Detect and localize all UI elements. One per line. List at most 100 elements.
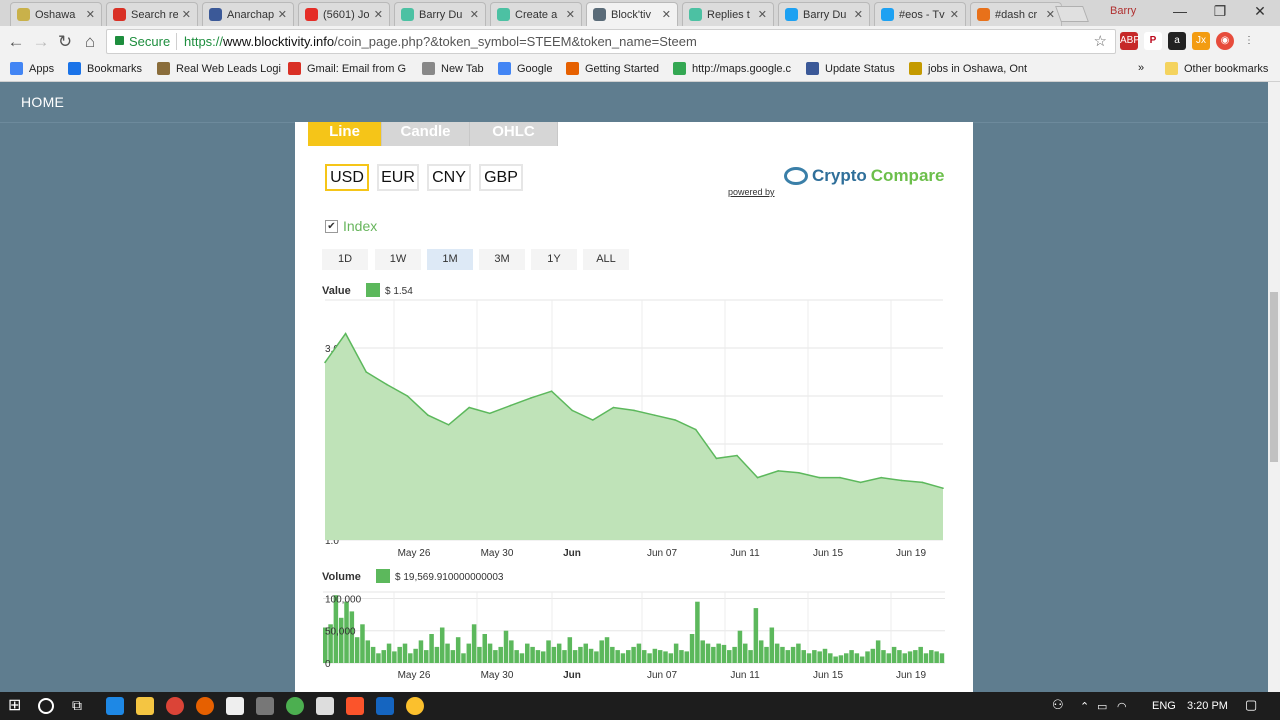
bookmark-item[interactable]: New Tab (422, 62, 484, 75)
tab-close-icon[interactable]: ✕ (278, 8, 287, 21)
firefox-icon[interactable] (196, 697, 214, 715)
tab-close-icon[interactable]: ✕ (374, 8, 383, 21)
bookmark-star-icon[interactable]: ☆ (1094, 30, 1107, 53)
value-point (324, 361, 326, 364)
home-icon[interactable]: ⌂ (79, 31, 101, 53)
tab-close-icon[interactable]: ✕ (854, 8, 863, 21)
volume-bar (758, 640, 764, 663)
bookmark-item[interactable]: http://maps.google.c (673, 62, 791, 75)
browser-tab[interactable]: Oshawa ✕ (10, 2, 102, 26)
bookmark-item[interactable]: Bookmarks (68, 62, 142, 75)
volume-bar (578, 646, 583, 663)
back-icon[interactable]: ← (5, 31, 27, 53)
brave-icon[interactable] (346, 697, 364, 715)
volume-bar (525, 643, 530, 663)
bookmark-item[interactable]: Gmail: Email from G (288, 62, 406, 75)
volume-ytick-label: 50,000 (325, 627, 356, 638)
other-bookmarks[interactable]: Other bookmarks (1165, 62, 1268, 75)
adblock-icon[interactable]: ABP (1120, 32, 1140, 50)
value-xtick-label: Jun 15 (813, 548, 843, 559)
mail-icon[interactable] (316, 697, 334, 715)
bookmark-favicon-icon (157, 62, 170, 75)
amazon-icon[interactable]: a (1168, 32, 1186, 50)
app-icon-2[interactable] (286, 697, 304, 715)
people-icon[interactable]: ⚇ (1052, 697, 1064, 713)
tab-close-icon[interactable]: ✕ (950, 8, 959, 21)
bookmark-item[interactable]: Google (498, 62, 552, 75)
divider (176, 33, 177, 50)
bookmark-item[interactable]: Update Status (806, 62, 895, 75)
wifi-icon[interactable]: ◠ (1117, 700, 1127, 713)
volume-bar (886, 653, 892, 663)
tab-close-icon[interactable]: ✕ (1046, 8, 1055, 21)
bookmark-item[interactable]: jobs in Oshawa, Ont (909, 62, 1027, 75)
bookmark-item[interactable]: Apps (10, 62, 54, 75)
close-window-icon[interactable]: ✕ (1240, 3, 1280, 20)
browser-tab[interactable]: Anarchap ✕ (202, 2, 294, 26)
url-path: /coin_page.php?&token_symbol=STEEM&token… (334, 34, 697, 49)
secure-label: Secure (129, 34, 171, 49)
file-explorer-icon[interactable] (136, 697, 154, 715)
extension-icon[interactable]: ◉ (1216, 32, 1234, 50)
browser-tab[interactable]: #eos - Tv ✕ (874, 2, 966, 26)
minimize-icon[interactable]: — (1160, 3, 1200, 19)
browser-tab[interactable]: Barry Du ✕ (394, 2, 486, 26)
volume-bar (381, 650, 386, 663)
browser-tab[interactable]: Block'tiv ✕ (586, 2, 678, 26)
bookmark-item[interactable]: Real Web Leads Logi (157, 62, 281, 75)
menu-icon[interactable]: ⋮ (1240, 32, 1258, 50)
browser-tab[interactable]: Create a ✕ (490, 2, 582, 26)
value-legend-label: $ 1.54 (385, 286, 413, 297)
url-text[interactable]: https://www.blocktivity.info/coin_page.p… (184, 30, 697, 53)
browser-tab[interactable]: Search re ✕ (106, 2, 198, 26)
bookmark-item[interactable]: Getting Started (566, 62, 659, 75)
edge-icon[interactable] (106, 697, 124, 715)
bookmarks-overflow[interactable]: » (1138, 62, 1144, 74)
new-tab-button[interactable] (1055, 6, 1089, 22)
tab-close-icon[interactable]: ✕ (86, 8, 95, 21)
volume-bar (413, 648, 418, 663)
tab-close-icon[interactable]: ✕ (470, 8, 479, 21)
address-bar[interactable]: Secure https://www.blocktivity.info/coin… (106, 29, 1116, 54)
volume-bar (796, 643, 801, 663)
jx-icon[interactable]: Jx (1192, 32, 1210, 50)
windows-start-icon[interactable]: ⊞ (8, 695, 26, 714)
tray-up-icon[interactable]: ⌃ (1080, 700, 1089, 713)
nav-home-link[interactable]: HOME (21, 94, 64, 110)
tab-close-icon[interactable]: ✕ (182, 8, 191, 21)
vertical-scrollbar[interactable] (1268, 82, 1280, 692)
bookmark-favicon-icon (10, 62, 23, 75)
volume-bar (748, 650, 753, 663)
volume-chart-title: Volume (322, 571, 361, 583)
tab-favicon-icon (113, 8, 126, 21)
pinterest-icon[interactable]: P (1144, 32, 1162, 50)
battery-icon[interactable]: ▭ (1097, 700, 1107, 713)
bookmark-label: Getting Started (585, 62, 659, 75)
browser-tab[interactable]: (5601) Jo ✕ (298, 2, 390, 26)
tab-close-icon[interactable]: ✕ (566, 8, 575, 21)
search-icon[interactable] (38, 698, 54, 714)
app-icon-3[interactable] (376, 697, 394, 715)
value-xtick-label: Jun 07 (647, 548, 677, 559)
notepad-icon[interactable] (226, 697, 244, 715)
reload-icon[interactable]: ↻ (54, 31, 76, 53)
scrollbar-thumb[interactable] (1270, 292, 1278, 462)
profile-name[interactable]: Barry (1110, 5, 1136, 17)
app-icon[interactable] (256, 697, 274, 715)
browser-tab[interactable]: Replies t ✕ (682, 2, 774, 26)
tab-close-icon[interactable]: ✕ (758, 8, 767, 21)
action-center-icon[interactable]: ▢ (1245, 697, 1257, 713)
chrome-canary-icon[interactable] (406, 697, 424, 715)
restore-icon[interactable]: ❐ (1200, 3, 1240, 20)
browser-tab[interactable]: #dash cr ✕ (970, 2, 1062, 26)
language-indicator[interactable]: ENG (1152, 700, 1176, 712)
chrome-icon[interactable] (166, 697, 184, 715)
volume-bar (812, 650, 817, 663)
browser-tab[interactable]: Barry Du ✕ (778, 2, 870, 26)
forward-icon[interactable]: → (30, 31, 52, 53)
tab-favicon-icon (593, 8, 606, 21)
task-view-icon[interactable]: ⧉ (72, 697, 90, 715)
tab-close-icon[interactable]: ✕ (662, 8, 671, 21)
volume-bar (934, 651, 939, 663)
clock[interactable]: 3:20 PM (1187, 700, 1228, 712)
